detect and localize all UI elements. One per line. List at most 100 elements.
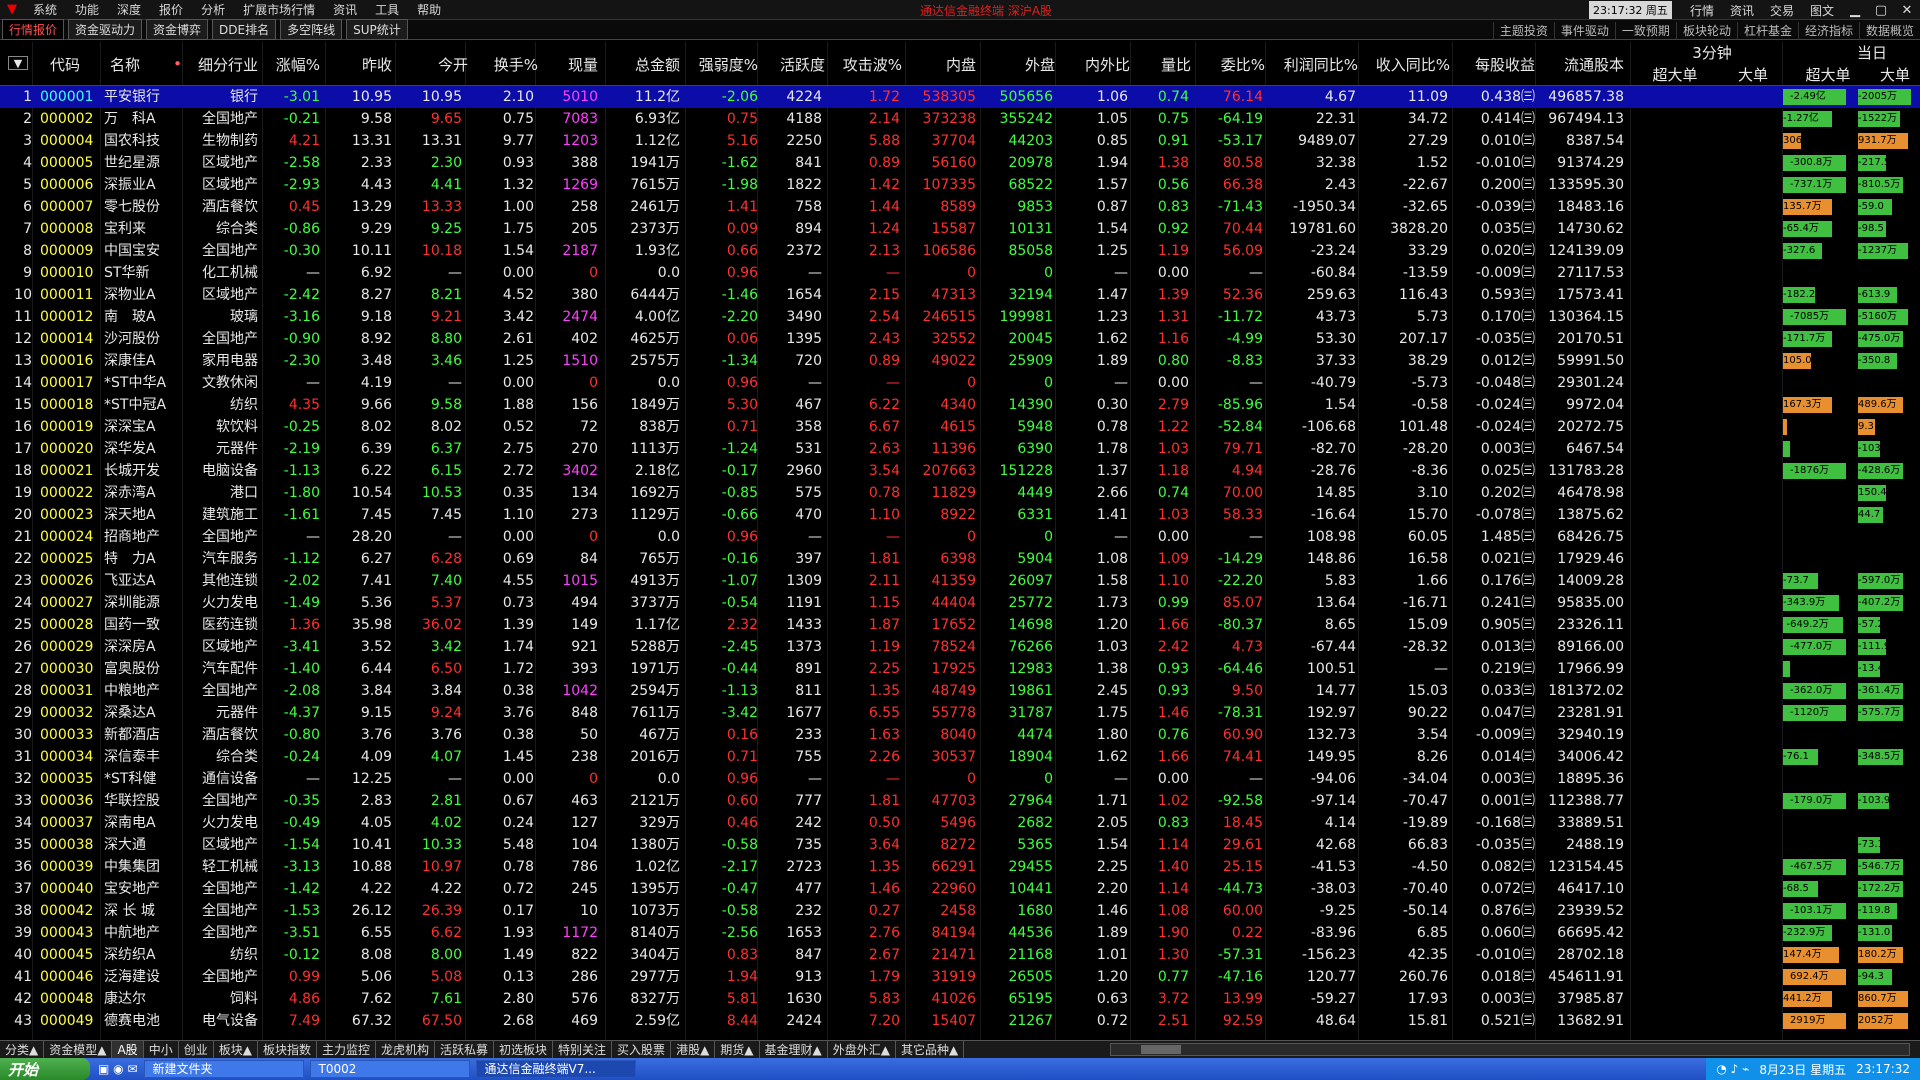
right-tab-3[interactable]: 板块轮动 [1675, 21, 1737, 39]
quick-launch-icons[interactable]: ▣ ◉ ✉ [98, 1062, 138, 1076]
col-revenue-yoy[interactable]: 收入同比% [1362, 42, 1450, 86]
col-3min-super[interactable]: 超大单 [1645, 62, 1705, 86]
bottom-tab-16[interactable]: 外盘外汇▲ [828, 1040, 896, 1059]
table-row[interactable]: 41 000046 泛海建设 全国地产 0.99 5.06 5.08 0.13 286 2977万… [0, 966, 1920, 998]
right-tab-4[interactable]: 杠杆基金 [1736, 21, 1798, 39]
minimize-icon[interactable]: ▁ [1842, 3, 1868, 18]
table-row[interactable]: 29 000032 深桑达A 元器件 -4.37 9.15 9.24 3.76 848 7611万… [0, 702, 1920, 724]
menu-item-4[interactable]: 分析 [192, 1, 234, 18]
bottom-tab-12[interactable]: 买入股票 [612, 1040, 672, 1059]
table-row[interactable]: 24 000027 深圳能源 火力发电 -1.49 5.36 5.37 0.73 494 3737… [0, 592, 1920, 614]
right-menu-item-2[interactable]: 交易 [1762, 2, 1802, 19]
table-row[interactable]: 9 000010 ST华新 化工机械 — 6.92 — 0.00 0 0.0 0.96 — — 0 0 — 0.… [0, 262, 1920, 284]
bottom-tab-14[interactable]: 期货▲ [715, 1040, 760, 1059]
bottom-tab-6[interactable]: 板块指数 [258, 1040, 317, 1059]
table-row[interactable]: 20 000023 深天地A 建筑施工 -1.61 7.45 7.45 1.10 273 1129… [0, 504, 1920, 536]
table-row[interactable]: 5 000006 深振业A 区域地产 -2.93 4.43 4.41 1.32 1269 7615… [0, 174, 1920, 196]
tray-icons[interactable]: ◔ ♪ ⌁ [1716, 1062, 1749, 1076]
col-amount[interactable]: 总金额 [610, 42, 680, 86]
col-strength[interactable]: 强弱度% [690, 42, 758, 86]
col-prev-close[interactable]: 昨收 [330, 42, 392, 86]
col-profit-yoy[interactable]: 利润同比% [1270, 42, 1358, 86]
table-row[interactable]: 21 000024 招商地产 全国地产 — 28.20 — 0.00 0 0.0 0.96 — — 0 0 —… [0, 526, 1920, 548]
tab-4[interactable]: 多空阵线 [280, 19, 343, 40]
menu-item-0[interactable]: 系统 [24, 1, 66, 18]
col-vol-ratio[interactable]: 量比 [1135, 42, 1191, 86]
table-row[interactable]: 14 000017 *ST中华A 文教休闲 — 4.19 — 0.00 0 0.0 0.96 — — 0 0… [0, 372, 1920, 394]
col-change[interactable]: 涨幅% [262, 42, 320, 86]
table-row[interactable]: 40 000045 深纺织A 纺织 -0.12 8.08 8.00 1.49 822 3404万 0… [0, 944, 1920, 966]
bottom-tab-10[interactable]: 初选板块 [494, 1040, 554, 1059]
scroll-thumb[interactable] [1141, 1045, 1181, 1054]
table-row[interactable]: 35 000038 深大通 区域地产 -1.54 10.41 10.33 5.48 104 138… [0, 834, 1920, 866]
table-row[interactable]: 19 000022 深赤湾A 港口 -1.80 10.54 10.53 0.35 134 1692… [0, 482, 1920, 514]
right-tab-6[interactable]: 数据概览 [1858, 21, 1920, 39]
right-tab-0[interactable]: 主题投资 [1492, 21, 1554, 39]
bottom-tab-2[interactable]: A股 [112, 1040, 144, 1059]
table-row[interactable]: 37 000040 宝安地产 全国地产 -1.42 4.22 4.22 0.72 245 1395… [0, 878, 1920, 910]
table-row[interactable]: 18 000021 长城开发 电脑设备 -1.13 6.22 6.15 2.72 3402 2.1… [0, 460, 1920, 482]
bottom-tab-1[interactable]: 资金模型▲ [44, 1040, 113, 1059]
bottom-tab-5[interactable]: 板块▲ [214, 1040, 258, 1059]
menu-item-1[interactable]: 功能 [66, 1, 108, 18]
table-row[interactable]: 8 000009 中国宝安 全国地产 -0.30 10.11 10.18 1.54 2187 1.… [0, 240, 1920, 272]
table-row[interactable]: 11 000012 南 玻A 玻璃 -3.16 9.18 9.21 3.42 2474 4.00亿… [0, 306, 1920, 328]
bottom-tab-9[interactable]: 活跃私募 [435, 1040, 495, 1059]
right-menu-item-1[interactable]: 资讯 [1722, 2, 1762, 19]
col-activity[interactable]: 活跃度 [760, 42, 825, 86]
col-bid-ratio[interactable]: 委比% [1200, 42, 1265, 86]
bottom-tab-11[interactable]: 特别关注 [553, 1040, 613, 1059]
col-attack[interactable]: 攻击波% [830, 42, 902, 86]
tab-2[interactable]: 资金博弈 [146, 19, 209, 40]
col-float-shares[interactable]: 流通股本 [1540, 42, 1624, 86]
menu-item-6[interactable]: 资讯 [324, 1, 366, 18]
bottom-tab-15[interactable]: 基金理财▲ [760, 1040, 828, 1059]
table-row[interactable]: 42 000048 康达尔 饲料 4.86 7.62 7.61 2.80 576 8327万 5.8… [0, 988, 1920, 1010]
bottom-tab-13[interactable]: 港股▲ [671, 1040, 716, 1059]
col-turnover[interactable]: 换手% [470, 42, 538, 86]
tab-5[interactable]: SUP统计 [346, 19, 408, 40]
col-3min-big[interactable]: 大单 [1728, 62, 1778, 86]
menu-item-5[interactable]: 扩展市场行情 [234, 1, 324, 18]
col-io-ratio[interactable]: 内外比 [1060, 42, 1130, 86]
table-row[interactable]: 17 000020 深华发A 元器件 -2.19 6.39 6.37 2.75 270 1113万… [0, 438, 1920, 470]
table-row[interactable]: 43 000049 德赛电池 电气设备 7.49 67.32 67.50 2.68 469 2.5… [0, 1010, 1920, 1032]
right-tab-5[interactable]: 经济指标 [1797, 21, 1859, 39]
right-menu-item-0[interactable]: 行情 [1682, 2, 1722, 19]
table-row[interactable]: 26 000029 深深房A 区域地产 -3.41 3.52 3.42 1.74 921 5288… [0, 636, 1920, 668]
table-row[interactable]: 39 000043 中航地产 全国地产 -3.51 6.55 6.62 1.93 1172 814… [0, 922, 1920, 954]
menu-item-2[interactable]: 深度 [108, 1, 150, 18]
col-now-vol[interactable]: 现量 [540, 42, 598, 86]
maximize-icon[interactable]: ▢ [1868, 3, 1894, 18]
menu-item-3[interactable]: 报价 [150, 1, 192, 18]
table-row[interactable]: 27 000030 富奥股份 汽车配件 -1.40 6.44 6.50 1.72 393 1971… [0, 658, 1920, 690]
table-row[interactable]: 15 000018 *ST中冠A 纺织 4.35 9.66 9.58 1.88 156 1849万… [0, 394, 1920, 416]
bottom-tab-7[interactable]: 主力监控 [317, 1040, 376, 1059]
table-row[interactable]: 16 000019 深深宝A 软饮料 -0.25 8.02 8.02 0.52 72 838万 0.… [0, 416, 1920, 448]
table-row[interactable]: 10 000011 深物业A 区域地产 -2.42 8.27 8.21 4.52 380 6444… [0, 284, 1920, 316]
table-row[interactable]: 1 000001 平安银行 银行 -3.01 10.95 10.95 2.10 5010 11.2… [0, 86, 1920, 108]
table-row[interactable]: 6 000007 零七股份 酒店餐饮 0.45 13.29 13.33 1.00 258 2461… [0, 196, 1920, 228]
taskbar-window-2[interactable]: 通达信金融终端V7... [475, 1060, 636, 1078]
bottom-tab-17[interactable]: 其它品种▲ [896, 1040, 965, 1059]
col-day-big[interactable]: 大单 [1872, 62, 1918, 86]
menu-item-7[interactable]: 工具 [366, 1, 408, 18]
col-code[interactable]: 代码 [40, 42, 80, 86]
table-row[interactable]: 22 000025 特 力A 汽车服务 -1.12 6.27 6.28 0.69 84 765万 -… [0, 548, 1920, 570]
close-icon[interactable]: ✕ [1894, 3, 1920, 18]
table-row[interactable]: 4 000005 世纪星源 区域地产 -2.58 2.33 2.30 0.93 388 1941万… [0, 152, 1920, 184]
table-row[interactable]: 12 000014 沙河股份 全国地产 -0.90 8.92 8.80 2.61 402 4625… [0, 328, 1920, 350]
tab-3[interactable]: DDE排名 [212, 19, 277, 40]
table-row[interactable]: 28 000031 中粮地产 全国地产 -2.08 3.84 3.84 0.38 1042 259… [0, 680, 1920, 702]
right-tab-2[interactable]: 一致预期 [1614, 21, 1676, 39]
table-row[interactable]: 38 000042 深 长 城 全国地产 -1.53 26.12 26.39 0.17 10 10… [0, 900, 1920, 932]
col-eps[interactable]: 每股收益 [1455, 42, 1535, 86]
table-row[interactable]: 31 000034 深信泰丰 综合类 -0.24 4.09 4.07 1.45 238 2016万… [0, 746, 1920, 778]
table-row[interactable]: 13 000016 深康佳A 家用电器 -2.30 3.48 3.46 1.25 1510 257… [0, 350, 1920, 382]
table-row[interactable]: 34 000037 深南电A 火力发电 -0.49 4.05 4.02 0.24 127 329万… [0, 812, 1920, 834]
bottom-tab-8[interactable]: 龙虎机构 [376, 1040, 435, 1059]
taskbar-window-0[interactable]: 新建文件夹 [143, 1060, 304, 1078]
col-day-super[interactable]: 超大单 [1798, 62, 1858, 86]
table-row[interactable]: 23 000026 飞亚达A 其他连锁 -2.02 7.41 7.40 4.55 1015 491… [0, 570, 1920, 602]
col-inner[interactable]: 内盘 [910, 42, 976, 86]
